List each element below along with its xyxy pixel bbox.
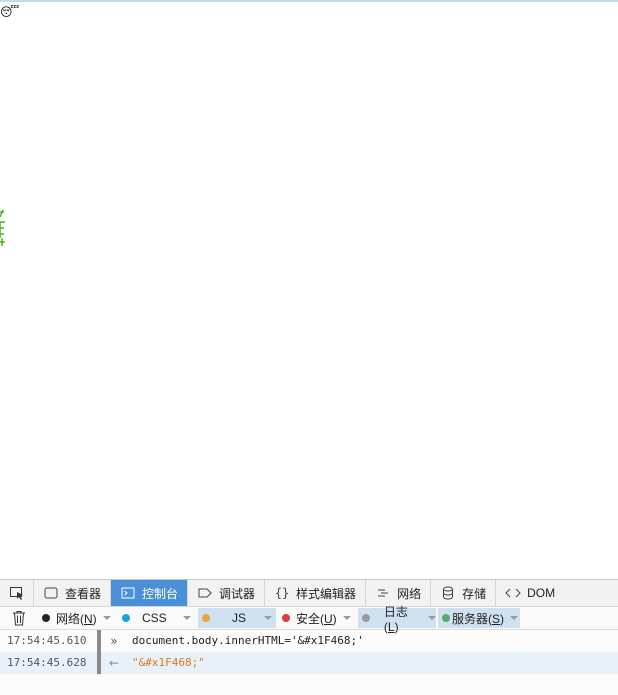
console-input-row: 17:54:45.610 » document.body.innerHTML='…	[0, 630, 618, 652]
tab-debugger-label: 调试器	[219, 586, 256, 601]
tab-network-label: 网络	[397, 586, 422, 601]
security-filter-dot-icon	[282, 614, 290, 622]
clear-console-trash-icon[interactable]	[12, 610, 26, 626]
css-filter-dot-icon	[122, 614, 130, 622]
browser-viewport: 😴 查看器 控制台 调试器 {} 样式编辑器 网络 存储 DOM 网络(N) C…	[0, 0, 618, 695]
result-arrow-icon: ←	[108, 656, 120, 670]
filter-server-label: 服务器(S)	[452, 611, 505, 626]
element-picker-icon	[9, 587, 23, 600]
braces-icon: {}	[274, 586, 290, 600]
js-filter-dot-icon	[202, 614, 210, 622]
filter-network-button[interactable]: 网络(N)	[38, 608, 111, 628]
tab-style-editor[interactable]: {} 样式编辑器	[265, 580, 367, 606]
inspector-icon	[43, 585, 59, 601]
tab-storage-label: 存储	[462, 586, 487, 601]
console-icon	[120, 585, 136, 601]
console-result-row: 17:54:45.628 ← "&#x1F468;"	[0, 652, 618, 674]
tab-dom-label: DOM	[527, 586, 556, 600]
dom-icon	[505, 585, 521, 601]
log-gutter	[97, 630, 101, 652]
chevron-down-icon	[264, 616, 273, 620]
console-filterbar: 网络(N) CSS JS 安全(U) 日志(L) 服务器(S)	[0, 605, 618, 634]
tab-inspector[interactable]: 查看器	[34, 580, 112, 606]
log-result-text[interactable]: "&#x1F468;"	[132, 652, 205, 674]
tab-console-label: 控制台	[142, 586, 179, 601]
filter-log-label: 日志(L)	[383, 604, 408, 634]
devtools-tabbar: 查看器 控制台 调试器 {} 样式编辑器 网络 存储 DOM	[0, 580, 618, 607]
filter-js-button[interactable]: JS	[198, 608, 276, 628]
top-border	[0, 0, 618, 2]
log-timestamp: 17:54:45.628	[7, 656, 87, 669]
chevron-down-icon	[102, 616, 111, 620]
filter-css-label: CSS	[142, 611, 167, 625]
devtools-panel: 查看器 控制台 调试器 {} 样式编辑器 网络 存储 DOM 网络(N) CSS…	[0, 579, 618, 695]
element-picker-button[interactable]	[0, 580, 34, 606]
filter-js-label: JS	[232, 611, 247, 625]
filter-server-button[interactable]: 服务器(S)	[438, 608, 520, 628]
tab-style-editor-label: 样式编辑器	[296, 586, 357, 601]
filter-log-button[interactable]: 日志(L)	[358, 605, 436, 634]
chevron-down-icon	[342, 616, 351, 620]
log-filter-dot-icon	[362, 614, 370, 622]
sleeping-face-emoji: 😴	[0, 5, 20, 19]
log-gutter	[97, 652, 101, 674]
chevron-down-icon	[510, 616, 519, 620]
log-command-text[interactable]: document.body.innerHTML='&#x1F468;'	[132, 630, 364, 652]
network-filter-dot-icon	[42, 614, 50, 622]
chevron-down-icon	[428, 616, 436, 620]
chevron-down-icon	[182, 616, 191, 620]
log-timestamp: 17:54:45.610	[7, 634, 87, 647]
tab-debugger[interactable]: 调试器	[188, 580, 266, 606]
network-icon	[375, 585, 391, 601]
filter-network-label: 网络(N)	[56, 611, 97, 626]
filter-css-button[interactable]: CSS	[118, 608, 196, 628]
input-arrow-icon: »	[110, 634, 118, 648]
tab-storage[interactable]: 存储	[431, 580, 497, 606]
tab-inspector-label: 查看器	[65, 586, 102, 601]
debugger-icon	[197, 585, 213, 601]
tab-dom[interactable]: DOM	[496, 580, 564, 606]
tab-console[interactable]: 控制台	[111, 580, 189, 606]
partial-glyph-mark	[0, 209, 5, 246]
filter-security-label: 安全(U)	[296, 611, 337, 626]
storage-icon	[440, 585, 456, 601]
server-filter-dot-icon	[442, 614, 450, 622]
filter-security-button[interactable]: 安全(U)	[278, 608, 351, 628]
